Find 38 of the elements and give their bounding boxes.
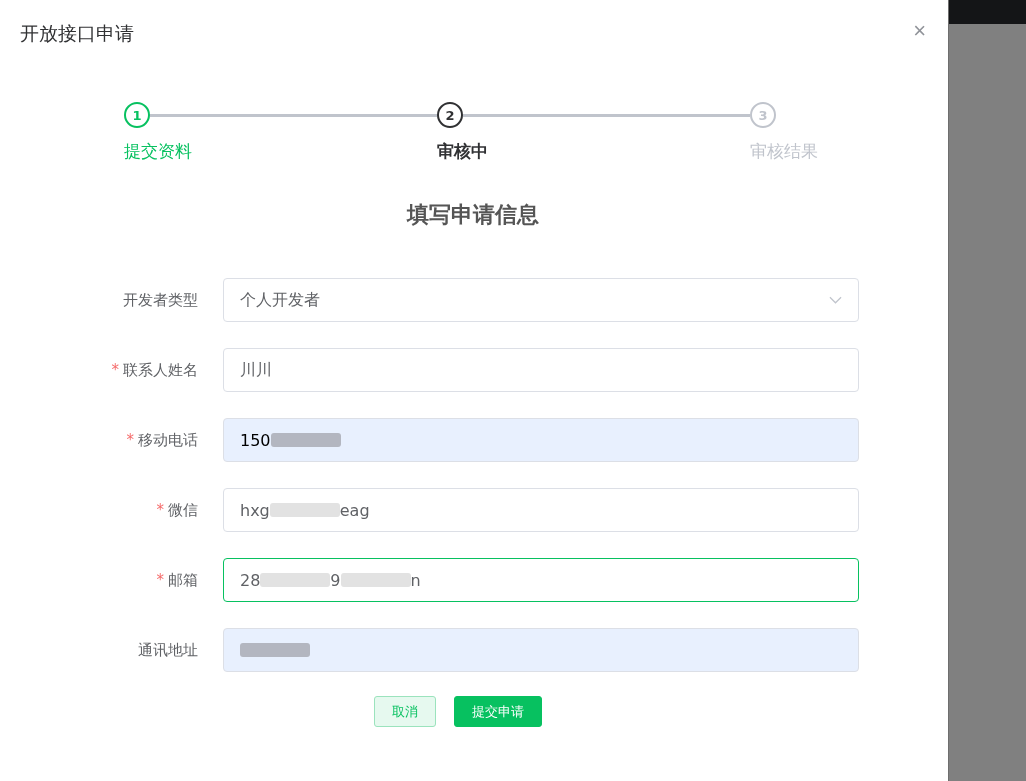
step-number: 3 [750, 102, 776, 128]
step-label: 审核中 [437, 140, 488, 163]
field-label: 邮箱 [168, 570, 198, 589]
field-value: eag [339, 500, 370, 520]
input-field[interactable]: 28 9 n [223, 558, 859, 602]
redaction-blur [340, 573, 411, 587]
field-value: 个人开发者 [240, 289, 320, 311]
chevron-down-icon [829, 296, 842, 304]
required-mark: * [156, 500, 164, 519]
required-mark: * [126, 430, 134, 449]
step-number: 1 [124, 102, 150, 128]
field-value: 川川 [240, 359, 272, 381]
step-label: 提交资料 [124, 140, 192, 163]
redaction-blur [240, 643, 310, 657]
field-label: 通讯地址 [138, 640, 198, 659]
field-label: 开发者类型 [123, 290, 198, 309]
field-value: 28 [240, 570, 261, 590]
dialog-title: 开放接口申请 [20, 21, 134, 46]
redaction-blur [260, 573, 331, 587]
field-value: 150 [240, 430, 271, 450]
step-number: 2 [437, 102, 463, 128]
input-field[interactable]: 150 [223, 418, 859, 462]
field-value: n [410, 570, 421, 590]
field-label: 微信 [168, 500, 198, 519]
redaction-blur [270, 433, 341, 447]
form-heading: 填写申请信息 [407, 201, 540, 229]
required-mark: * [156, 570, 164, 589]
redaction-blur [269, 503, 340, 517]
input-field[interactable]: 川川 [223, 348, 859, 392]
field-value: 9 [330, 570, 341, 590]
field-label: 联系人姓名 [123, 360, 198, 379]
field-label: 移动电话 [138, 430, 198, 449]
input-field[interactable]: hxg eag [223, 488, 859, 532]
step-label: 审核结果 [750, 140, 818, 163]
field-value: hxg [240, 500, 270, 520]
select-field[interactable]: 个人开发者 [223, 278, 859, 322]
input-field[interactable] [223, 628, 859, 672]
required-mark: * [111, 360, 119, 379]
